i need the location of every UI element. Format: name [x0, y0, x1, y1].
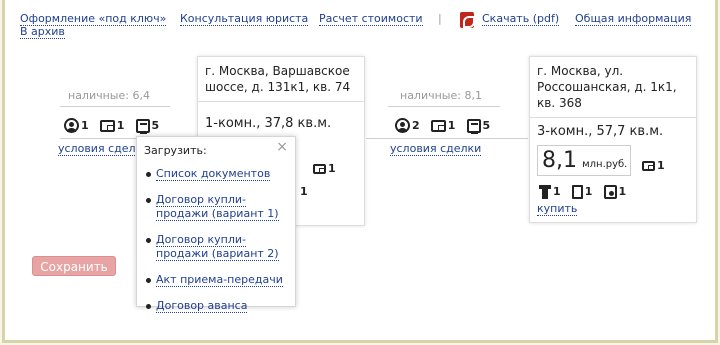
- lock-icon: [603, 184, 617, 199]
- card1-wallet-row: 1: [313, 158, 342, 177]
- nav-separator: |: [438, 12, 442, 25]
- card2-price-box: 8,1 млн.руб.: [537, 145, 631, 176]
- card2-price-unit: млн.руб.: [582, 159, 628, 170]
- card2-wallet-row: 1: [642, 155, 671, 174]
- nav-info[interactable]: Общая информация: [575, 12, 692, 26]
- download-item-contract-v2[interactable]: Договор купли-продажи (вариант 2): [144, 233, 288, 261]
- download-item-contract-v1[interactable]: Договор купли-продажи (вариант 1): [144, 193, 288, 221]
- card1-doc-row: 1: [300, 185, 308, 198]
- nav-pdf[interactable]: Скачать (pdf): [482, 12, 560, 26]
- wallet-icon: [313, 163, 326, 174]
- mid-party-icons: 2 1 5: [395, 115, 496, 134]
- mid-party-line: [388, 106, 500, 107]
- save-button[interactable]: Сохранить: [32, 256, 116, 276]
- card2-icons-row: 1 1 1: [539, 181, 632, 200]
- left-party-line: [60, 106, 170, 107]
- nav-calc[interactable]: Расчет стоимости: [319, 12, 423, 26]
- card2-address: г. Москва, ул. Россошанская, д. 1к1, кв.…: [537, 64, 677, 110]
- left-party-icons: 1 1 5: [64, 115, 165, 134]
- download-popup: × Загрузить: Список документов Договор к…: [136, 136, 296, 313]
- close-icon[interactable]: ×: [276, 139, 288, 155]
- card1-area: 1-комн., 37,8 кв.м.: [205, 116, 332, 131]
- building-icon: [539, 184, 551, 199]
- page-icon: [571, 184, 583, 199]
- nav-archive[interactable]: В архив: [20, 25, 65, 39]
- popup-title: Загрузить:: [144, 144, 207, 157]
- wallet-icon: [430, 119, 446, 132]
- card1-divider: [198, 101, 364, 102]
- mid-party-arrow-line: [366, 138, 528, 139]
- download-item-deposit-contract[interactable]: Договор аванса: [144, 299, 288, 313]
- buy-link[interactable]: купить: [537, 202, 578, 216]
- wallet-icon: [642, 160, 655, 171]
- nav-turnkey[interactable]: Оформление «под ключ»: [20, 12, 167, 26]
- pdf-icon[interactable]: [460, 12, 475, 28]
- left-cash-label: наличные: 6,4: [68, 89, 150, 102]
- card2-area: 3-комн., 57,7 кв.м.: [537, 124, 664, 139]
- nav-lawyer[interactable]: Консультация юриста: [180, 12, 309, 26]
- mid-cash-label: наличные: 8,1: [400, 89, 482, 102]
- person-icon: [64, 118, 79, 133]
- download-item-documents-list[interactable]: Список документов: [144, 167, 288, 181]
- card1-address: г. Москва, Варшавское шоссе, д. 131к1, к…: [205, 64, 351, 94]
- property-card-2: г. Москва, ул. Россошанская, д. 1к1, кв.…: [529, 56, 697, 223]
- card2-price: 8,1: [542, 148, 577, 173]
- mid-deal-terms-link[interactable]: условия сделки: [390, 142, 482, 156]
- wallet-icon: [99, 119, 115, 132]
- document-icon: [135, 118, 150, 134]
- download-item-transfer-act[interactable]: Акт приема-передачи: [144, 273, 288, 287]
- card2-divider: [530, 117, 696, 118]
- document-icon: [466, 118, 481, 134]
- person-icon: [395, 118, 410, 133]
- download-list: Список документов Договор купли-продажи …: [144, 167, 288, 313]
